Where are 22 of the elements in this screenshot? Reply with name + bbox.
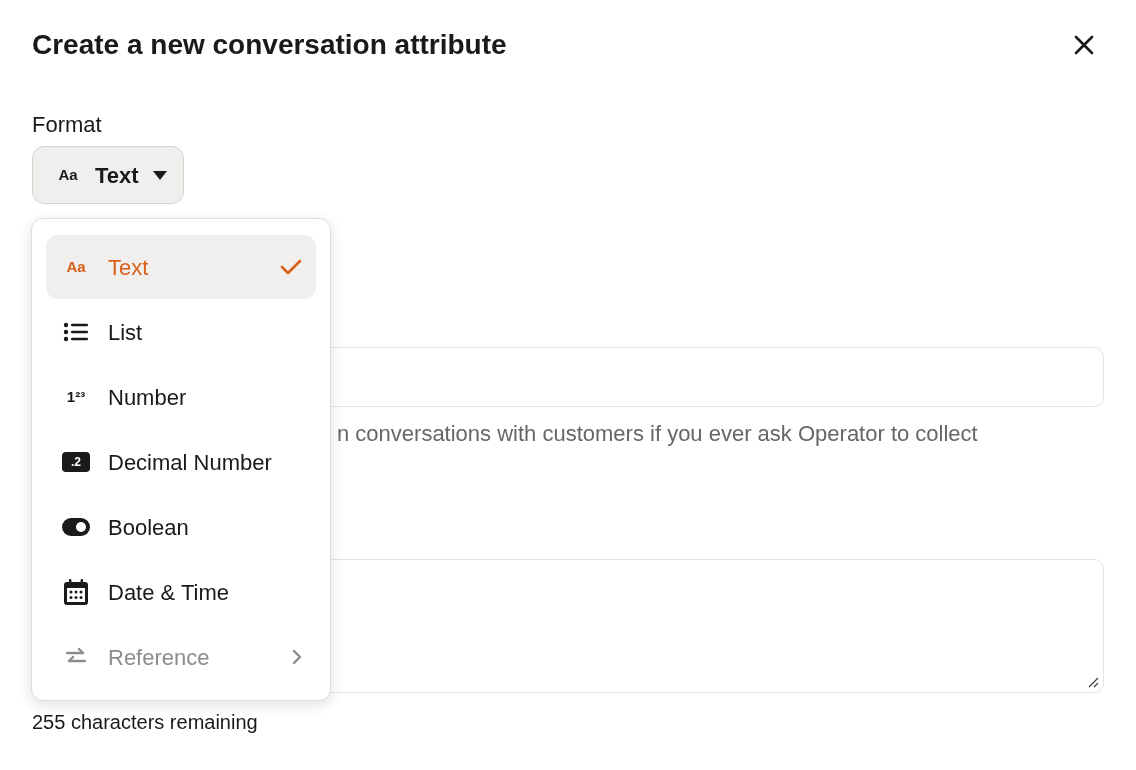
- checkmark-icon: [280, 259, 302, 275]
- toggle-icon: [62, 518, 90, 536]
- calendar-icon: [64, 579, 88, 605]
- caret-icon: [152, 170, 167, 180]
- menu-item[interactable]: .2 Decimal Number: [46, 430, 316, 494]
- character-counter: 255 characters remaining: [32, 711, 258, 733]
- decimal-icon: .2: [62, 452, 90, 472]
- close-button[interactable]: [1072, 33, 1096, 57]
- help-text: n conversations with customers if you ever ask Operator to collect: [337, 420, 979, 448]
- menu-item[interactable]: Boolean: [46, 495, 316, 559]
- dialog-title: Create a new conversation attribute: [32, 28, 507, 62]
- number-icon: 1²³: [63, 385, 89, 409]
- text-format-icon: Aa: [55, 163, 81, 187]
- chevron-right-icon: [292, 649, 302, 665]
- list-icon: [63, 322, 89, 342]
- format-label: Format: [32, 112, 102, 137]
- menu-item[interactable]: List: [46, 300, 316, 364]
- text-format-icon: Aa: [63, 255, 89, 279]
- menu-item[interactable]: 1²³ Number: [46, 365, 316, 429]
- menu-item[interactable]: Date & Time: [46, 560, 316, 624]
- format-dropdown[interactable]: Aa Text: [32, 146, 184, 204]
- resize-handle-icon[interactable]: [1087, 676, 1099, 688]
